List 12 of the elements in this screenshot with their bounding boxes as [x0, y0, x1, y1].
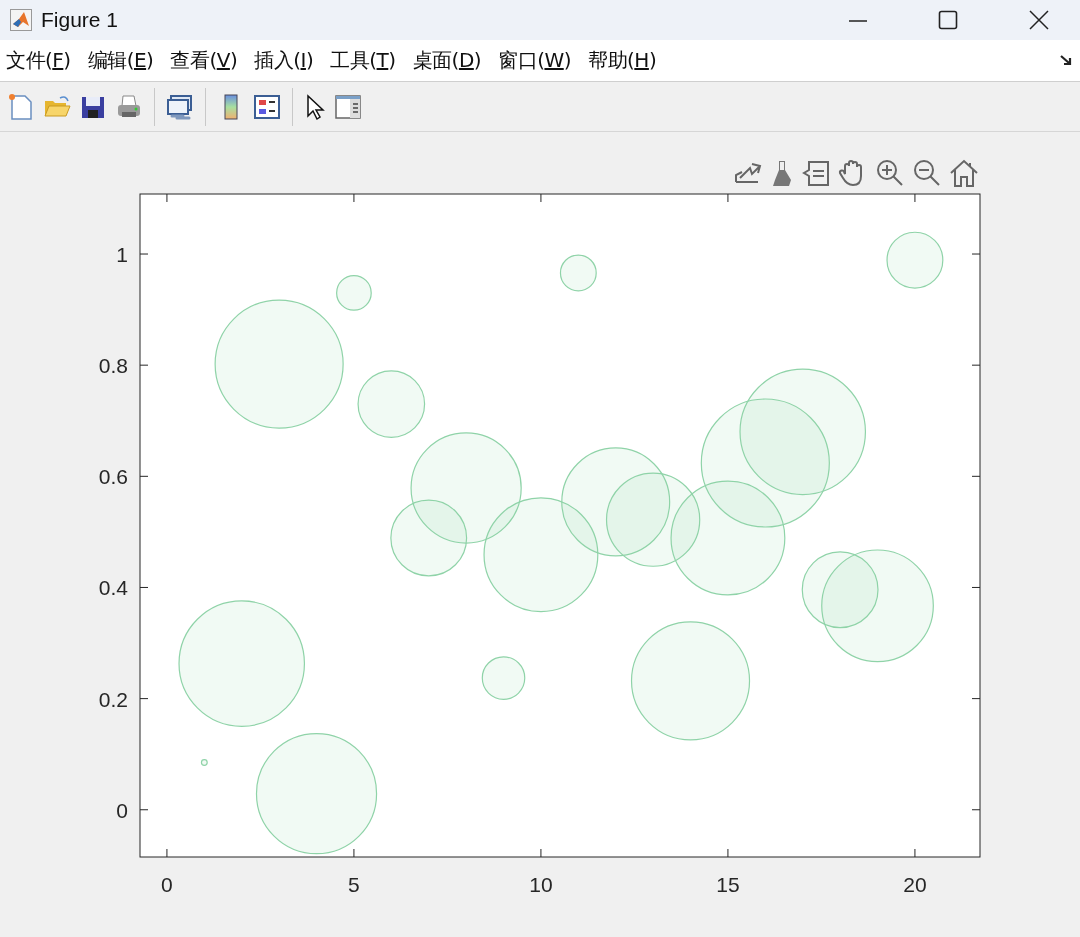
tick-label: 0.6 [98, 465, 128, 489]
tick-label: 10 [529, 873, 553, 896]
tick-label: 0 [116, 798, 128, 822]
window-title: Figure 1 [41, 8, 119, 32]
tick-label: 0.8 [98, 354, 128, 378]
tick-label: 0.4 [98, 576, 128, 600]
tick-label: 20 [903, 873, 927, 896]
tick-label: 15 [716, 873, 740, 896]
tick-label: 0 [161, 873, 173, 896]
tick-label: 5 [348, 873, 360, 896]
tick-label: 0.2 [98, 687, 128, 711]
tick-label: 1 [116, 243, 128, 266]
